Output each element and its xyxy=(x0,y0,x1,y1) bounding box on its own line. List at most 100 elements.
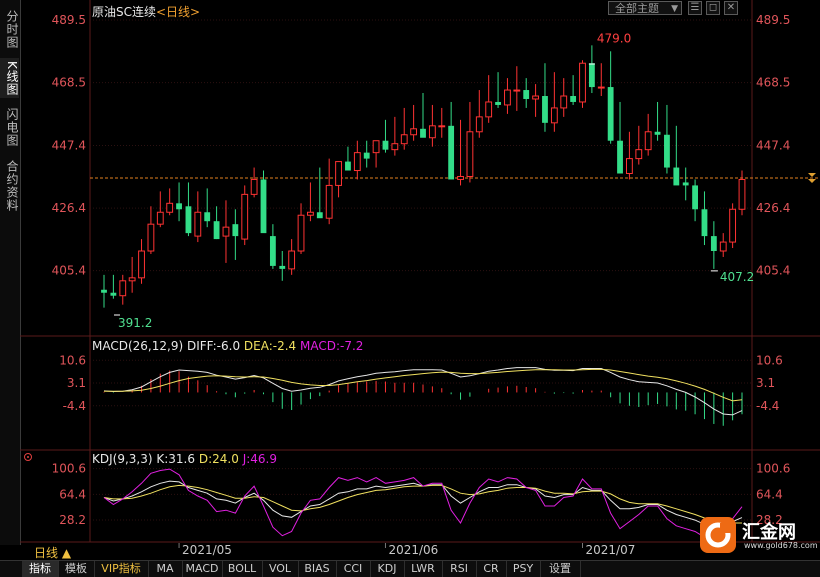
kline-y-tick-left: 405.4 xyxy=(52,264,86,278)
kline-y-tick-right: 468.5 xyxy=(756,76,790,90)
candle-up xyxy=(466,131,474,177)
kline-y-tick-left: 426.4 xyxy=(52,201,86,215)
indicator-tab[interactable]: RSI xyxy=(442,561,477,577)
indicator-tab[interactable]: CR xyxy=(476,561,507,577)
indicator-tab[interactable]: BOLL xyxy=(222,561,263,577)
macd-value: MACD:-7.2 xyxy=(300,339,364,353)
candle-down xyxy=(692,185,698,210)
candle-down xyxy=(448,125,455,180)
kdj-y-tick-right: 100.6 xyxy=(756,462,790,476)
candle-up xyxy=(457,175,464,180)
indicator-tab[interactable]: BIAS xyxy=(298,561,337,577)
indicator-tab-bar: 指标 模板 VIP指标 MA MACD BOLL VOL BIAS CCI KDJ LWR RSI CR… xyxy=(0,560,820,577)
kdj-j-line xyxy=(103,468,743,538)
candle-up xyxy=(644,131,652,151)
indicator-tab[interactable]: PSY xyxy=(506,561,541,577)
macd-diff-value: DIFF:-6.0 xyxy=(186,339,241,353)
candle-up xyxy=(532,95,539,100)
recent-low-label: 407.2 xyxy=(720,270,754,284)
period-switch-button[interactable]: 日线 ▲ xyxy=(34,544,71,561)
kline-y-tick-left: 468.5 xyxy=(52,76,86,90)
candle-down xyxy=(345,161,351,171)
candle-down xyxy=(701,209,708,237)
candle-down xyxy=(382,140,389,150)
indicator-tab[interactable]: 设置 xyxy=(540,561,581,577)
indicator-tab[interactable]: LWR xyxy=(404,561,443,577)
candle-down xyxy=(664,134,670,168)
candle-up xyxy=(138,250,145,279)
candle-down xyxy=(101,289,107,293)
candle-up xyxy=(325,184,333,219)
macd-title: MACD(26,12,9) xyxy=(92,339,184,353)
candle-down xyxy=(363,152,370,159)
kdj-settings-icon[interactable] xyxy=(24,453,32,461)
candle-up xyxy=(307,211,314,216)
candle-up xyxy=(560,95,568,109)
indicator-tab[interactable]: MACD xyxy=(182,561,223,577)
candle-up xyxy=(550,107,558,124)
kline-chart-window: 分时图 K线图 闪电图 合约资料 原油SC连续<日线> 全部主题 ▼ ☰ ◻ ✕ 48… xyxy=(0,0,820,577)
candle-down xyxy=(523,90,530,99)
candle-down xyxy=(607,87,614,141)
candle-down xyxy=(213,221,220,240)
candle-up xyxy=(485,101,493,118)
candle-down xyxy=(260,179,267,234)
watermark: 汇金网 www.gold678.com xyxy=(700,515,818,557)
candle-down xyxy=(570,96,577,102)
indicator-tab[interactable]: 指标 xyxy=(22,561,59,577)
candle-down xyxy=(673,167,680,186)
candle-up xyxy=(250,178,258,195)
indicator-tab[interactable]: KDJ xyxy=(370,561,405,577)
kdj-y-tick-left: 64.4 xyxy=(59,487,86,501)
candle-down xyxy=(710,236,717,252)
kline-y-tick-left: 447.4 xyxy=(52,138,86,152)
candle-up xyxy=(719,241,727,252)
kdj-d-value: D:24.0 xyxy=(198,452,239,466)
indicator-tab[interactable]: CCI xyxy=(336,561,371,577)
candle-up xyxy=(194,211,202,237)
kline-y-tick-left: 489.5 xyxy=(52,13,86,27)
candle-up xyxy=(128,277,136,282)
candle-up xyxy=(147,223,155,252)
gold678-logo-icon xyxy=(700,517,736,553)
kline-y-tick-right: 426.4 xyxy=(756,201,790,215)
candle-down xyxy=(420,128,426,138)
candle-up xyxy=(372,140,380,154)
candle-up xyxy=(288,250,296,270)
macd-y-tick-left: -4.4 xyxy=(63,399,86,413)
candle-up xyxy=(353,152,361,172)
low-price-label: 391.2 xyxy=(118,316,152,330)
candle-down xyxy=(495,101,501,105)
candle-down xyxy=(617,140,623,174)
indicator-tab[interactable]: VOL xyxy=(262,561,299,577)
indicator-tab[interactable]: VIP指标 xyxy=(94,561,149,577)
candle-down xyxy=(279,265,286,269)
candle-down xyxy=(682,182,689,186)
candle-up xyxy=(597,86,605,89)
macd-y-tick-right: 10.6 xyxy=(756,353,783,367)
candle-up xyxy=(335,161,342,186)
macd-y-tick-right: 3.1 xyxy=(756,376,775,390)
candle-down xyxy=(542,96,548,123)
candle-down xyxy=(588,63,595,88)
candle-down xyxy=(204,212,211,222)
indicator-tab[interactable]: MA xyxy=(148,561,183,577)
macd-legend: MACD(26,12,9) DIFF:-6.0 DEA:-2.4 MACD:-7… xyxy=(92,339,363,353)
kdj-y-tick-left: 100.6 xyxy=(52,462,86,476)
candle-up xyxy=(156,211,164,225)
indicator-tab[interactable]: 模板 xyxy=(58,561,95,577)
macd-y-tick-left: 3.1 xyxy=(67,376,86,390)
candle-up xyxy=(410,128,418,136)
candle-up xyxy=(166,202,174,213)
candle-up xyxy=(297,214,305,252)
candle-down xyxy=(176,203,182,210)
candle-down xyxy=(269,236,276,266)
macd-y-tick-right: -4.4 xyxy=(756,399,779,413)
candle-up xyxy=(222,226,230,237)
candle-up xyxy=(635,149,643,160)
candle-down xyxy=(316,212,323,219)
candle-up xyxy=(738,178,746,210)
candle-up xyxy=(400,134,408,145)
kdj-y-tick-right: 64.4 xyxy=(756,487,783,501)
kdj-j-value: J:46.9 xyxy=(242,452,277,466)
